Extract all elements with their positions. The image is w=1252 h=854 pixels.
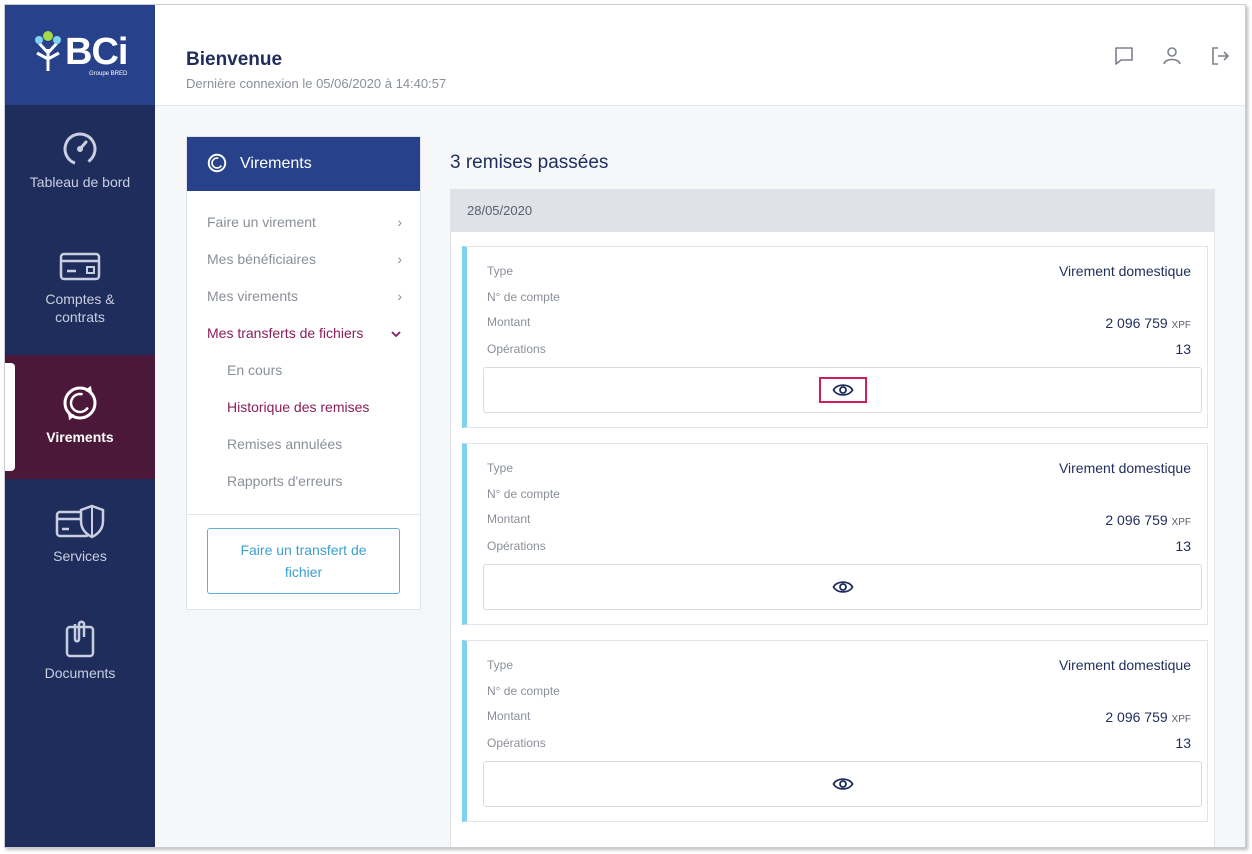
shield-card-icon [55,504,105,539]
remise-group: 28/05/2020 Type Virement domestique N° d… [450,189,1215,847]
group-date: 28/05/2020 [467,203,533,218]
account-label: N° de compte [487,684,560,698]
type-label: Type [487,658,514,672]
submenu-item-label: Mes bénéficiaires [207,251,316,267]
submenu-subitem-en-cours[interactable]: En cours [227,362,282,378]
submenu-item-mes-virements[interactable]: Mes virements › [207,288,402,304]
top-header: Bienvenue Dernière connexion le 05/06/20… [155,5,1245,106]
eye-wrap [819,574,867,600]
view-details-button[interactable] [483,761,1202,807]
operations-value: 13 [1175,538,1191,554]
section-title: 3 remises passées [450,152,609,173]
chevron-right-icon: › [397,288,402,304]
operations-value: 13 [1175,341,1191,357]
highlight-box [818,377,867,403]
type-label: Type [487,264,514,278]
type-value: Virement domestique [1058,657,1191,673]
view-details-button[interactable] [483,367,1202,413]
submenu-item-faire-un-virement[interactable]: Faire un virement › [207,214,402,230]
type-label: Type [487,461,514,475]
operations-value: 13 [1175,735,1191,751]
nav-label: Virements [46,429,114,445]
logo[interactable]: BCi Groupe BRED [5,5,155,105]
nav-item-virements[interactable]: Virements [5,355,155,479]
app-window: BCi Groupe BRED Tableau de bord Comptes … [4,4,1246,848]
nav-label: Services [53,548,107,564]
amount-number: 2 096 759 [1105,709,1168,725]
nav-label: Documents [44,665,116,681]
view-details-button[interactable] [483,564,1202,610]
gauge-icon [63,132,97,166]
type-value: Virement domestique [1058,460,1191,476]
currency: XPF [1171,320,1191,331]
sidebar: BCi Groupe BRED Tableau de bord Comptes … [5,5,155,847]
chevron-down-icon [391,331,401,338]
nav-item-tableau-de-bord[interactable]: Tableau de bord [5,130,155,240]
submenu-item-label: Faire un virement [207,214,316,230]
submenu-subitem-rapports-d-erreurs[interactable]: Rapports d'erreurs [227,473,343,489]
submenu-item-label: Mes virements [207,288,299,304]
operations-label: Opérations [487,736,546,750]
page-title: Bienvenue [186,49,283,70]
group-date-header: 28/05/2020 [451,190,1214,232]
submenu-item-mes-beneficiaires[interactable]: Mes bénéficiaires › [207,251,402,267]
submenu-subitem-remises-annulees[interactable]: Remises annulées [227,436,342,452]
chevron-right-icon: › [397,251,402,267]
button-label: Faire un transfert de fichier [240,542,367,580]
submenu-item-mes-transferts-de-fichiers[interactable]: Mes transferts de fichiers [207,325,402,341]
amount-number: 2 096 759 [1105,315,1168,331]
amount-label: Montant [487,709,531,723]
currency: XPF [1171,714,1191,725]
amount-label: Montant [487,315,531,329]
last-login-text: Dernière connexion le 05/06/2020 à 14:40… [186,76,447,91]
user-icon[interactable] [1161,45,1183,67]
remise-card: Type Virement domestique N° de compte Mo… [462,640,1208,822]
clipboard-icon [65,620,95,658]
remise-card: Type Virement domestique N° de compte Mo… [462,443,1208,625]
type-value: Virement domestique [1058,263,1191,279]
tree-logo-icon [35,31,61,71]
message-icon[interactable] [1113,45,1135,67]
submenu-item-label: Mes transferts de fichiers [207,325,364,341]
logo-text: BCi [65,31,128,73]
card-icon [59,252,101,281]
operations-label: Opérations [487,539,546,553]
transfer-icon [207,153,227,173]
eye-wrap [819,771,867,797]
logo-subtitle: Groupe BRED [89,71,128,77]
submenu-panel: Virements Faire un virement › Mes bénéfi… [186,136,421,610]
amount-value: 2 096 759 XPF [1105,315,1191,331]
account-label: N° de compte [487,487,560,501]
submenu-header: Virements [187,137,420,191]
amount-value: 2 096 759 XPF [1105,512,1191,528]
eye-icon [831,778,854,790]
nav-item-documents[interactable]: Documents [5,619,155,729]
amount-number: 2 096 759 [1105,512,1168,528]
remise-card: Type Virement domestique N° de compte Mo… [462,246,1208,428]
chevron-right-icon: › [397,214,402,230]
active-indicator [5,363,15,471]
nav-label: Tableau de bord [29,174,131,190]
logout-icon[interactable] [1209,45,1231,67]
eye-icon [831,581,854,593]
nav-item-services[interactable]: Services [5,502,155,612]
transfer-icon [63,385,97,421]
currency: XPF [1171,517,1191,528]
operations-label: Opérations [487,342,546,356]
submenu-title: Virements [240,155,312,172]
nav-label: Comptes & contrats [45,291,115,325]
nav-item-comptes[interactable]: Comptes & contrats [5,248,155,358]
account-label: N° de compte [487,290,560,304]
divider [187,514,420,515]
amount-label: Montant [487,512,531,526]
eye-icon [831,384,854,396]
amount-value: 2 096 759 XPF [1105,709,1191,725]
faire-un-transfert-button[interactable]: Faire un transfert de fichier [207,528,400,594]
submenu-subitem-historique-des-remises[interactable]: Historique des remises [227,399,369,415]
